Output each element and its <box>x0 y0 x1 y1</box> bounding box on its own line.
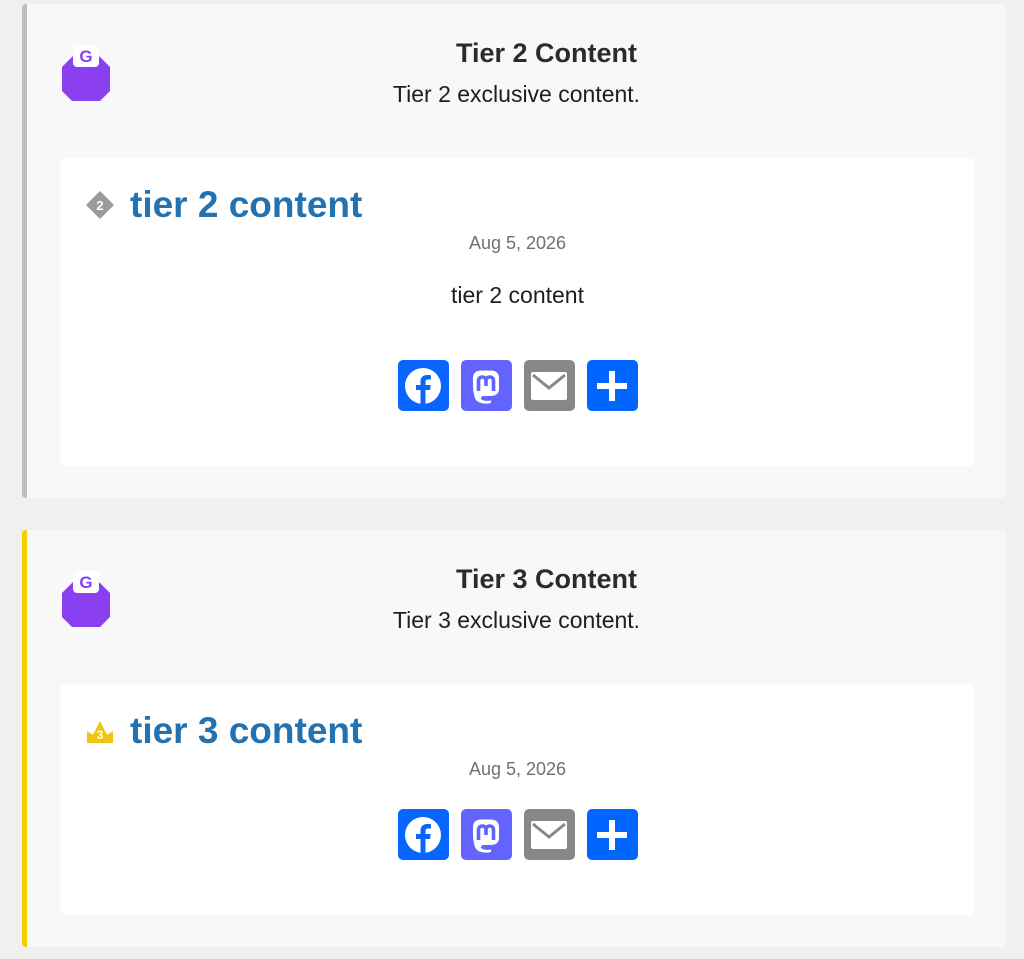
plus-icon <box>597 819 627 850</box>
post-title-link[interactable]: tier 2 content <box>130 184 362 226</box>
email-share-button[interactable] <box>523 360 575 411</box>
tier-badge-number: 2 <box>96 198 103 213</box>
tier-3-section: G Tier 3 Content Tier 3 exclusive conten… <box>22 530 1006 947</box>
share-buttons <box>60 809 975 860</box>
email-icon <box>531 371 567 400</box>
tier-title: Tier 2 Content <box>455 38 638 68</box>
tier-title: Tier 3 Content <box>455 564 638 594</box>
post-card: 2 tier 2 content Aug 5, 2026 tier 2 cont… <box>60 158 975 466</box>
tier-2-section: G Tier 2 Content Tier 2 exclusive conten… <box>22 4 1006 498</box>
tier-badge-number: 3 <box>97 728 104 742</box>
post-title-link[interactable]: tier 3 content <box>130 710 362 752</box>
tier-2-diamond-icon: 2 <box>86 191 114 219</box>
post-card: 3 tier 3 content Aug 5, 2026 <box>60 684 975 915</box>
facebook-icon <box>405 816 441 853</box>
post-date: Aug 5, 2026 <box>468 759 567 779</box>
share-buttons <box>60 360 975 411</box>
post-title-row: 2 tier 2 content <box>84 184 362 226</box>
post-date: Aug 5, 2026 <box>468 233 567 253</box>
tier-3-crown-icon: 3 <box>87 721 113 743</box>
share-button[interactable] <box>586 809 638 860</box>
facebook-share-button[interactable] <box>397 360 449 411</box>
email-icon <box>531 820 567 849</box>
facebook-share-button[interactable] <box>397 809 449 860</box>
mastodon-icon <box>473 370 499 404</box>
tier-description: Tier 2 exclusive content. <box>392 81 641 107</box>
post-title-row: 3 tier 3 content <box>84 710 362 752</box>
facebook-icon <box>405 367 441 404</box>
post-body: tier 2 content <box>451 282 584 308</box>
share-button[interactable] <box>586 360 638 411</box>
mastodon-icon <box>473 819 499 853</box>
email-share-button[interactable] <box>523 809 575 860</box>
plus-icon <box>597 370 627 401</box>
mastodon-share-button[interactable] <box>460 809 512 860</box>
tier-description: Tier 3 exclusive content. <box>392 607 641 633</box>
mastodon-share-button[interactable] <box>460 360 512 411</box>
